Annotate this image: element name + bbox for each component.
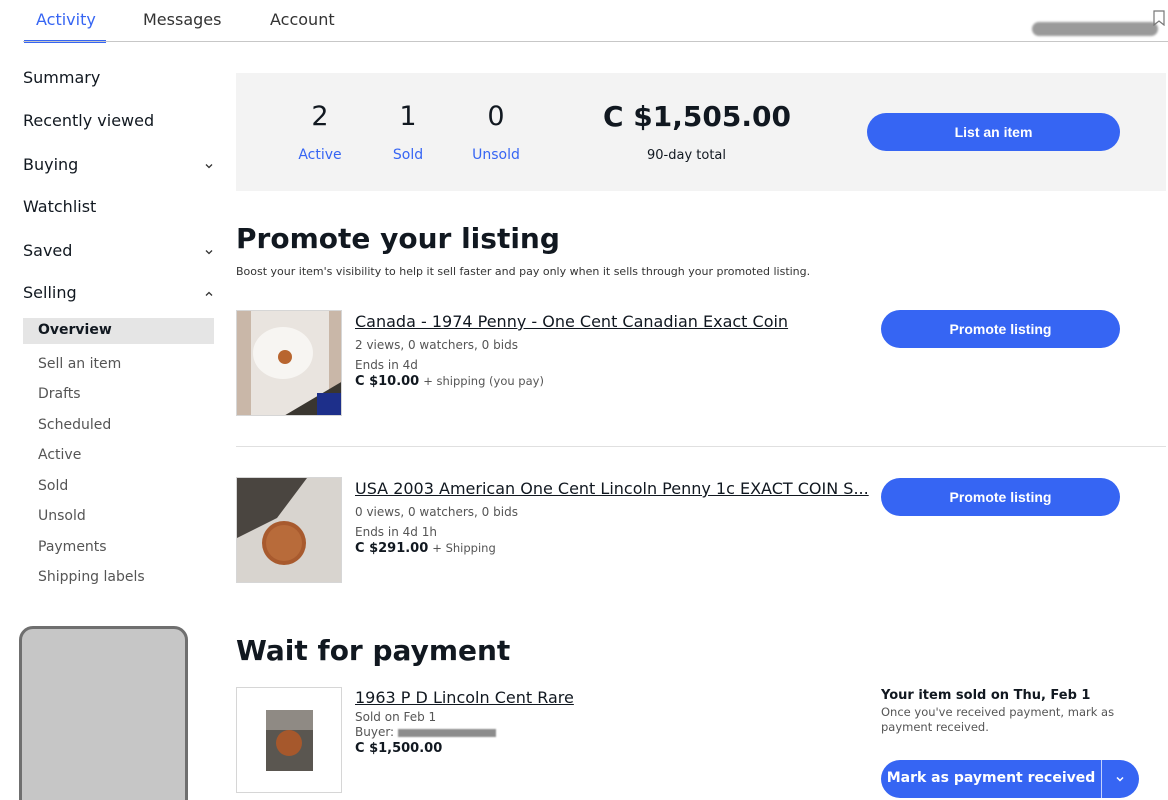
promote-subtext: Boost your item's visibility to help it …	[236, 265, 811, 278]
sidebar-subitem-scheduled[interactable]: Scheduled	[38, 417, 111, 433]
listing-price: C $291.00 + Shipping	[355, 541, 496, 556]
sidebar-subitem-overview[interactable]: Overview	[23, 318, 214, 344]
wait-for-payment-heading: Wait for payment	[236, 634, 511, 667]
promote-heading: Promote your listing	[236, 222, 560, 255]
sold-status-note: Once you've received payment, mark as pa…	[881, 705, 1115, 734]
sold-link[interactable]: Sold	[378, 147, 438, 163]
listing-ends: Ends in 4d 1h	[355, 525, 437, 539]
mark-as-payment-received-button[interactable]: Mark as payment received	[881, 770, 1101, 786]
redacted-card	[19, 626, 188, 800]
listing-title-link[interactable]: USA 2003 American One Cent Lincoln Penny…	[355, 479, 869, 498]
promote-listing-button[interactable]: Promote listing	[881, 310, 1120, 348]
list-an-item-button[interactable]: List an item	[867, 113, 1120, 151]
listing-stats: 0 views, 0 watchers, 0 bids	[355, 505, 518, 519]
chevron-up-icon[interactable]	[203, 288, 215, 300]
sidebar-item-watchlist[interactable]: Watchlist	[23, 197, 96, 216]
sidebar-item-buying[interactable]: Buying	[23, 155, 78, 174]
sold-date: Sold on Feb 1	[355, 710, 437, 724]
active-count: 2	[311, 101, 329, 132]
sidebar-subitem-active[interactable]: Active	[38, 447, 81, 463]
unsold-count: 0	[487, 101, 505, 132]
sidebar-subitem-unsold[interactable]: Unsold	[38, 508, 86, 524]
sidebar-subitem-drafts[interactable]: Drafts	[38, 386, 81, 402]
chevron-down-icon[interactable]	[203, 246, 215, 258]
unsold-link[interactable]: Unsold	[466, 147, 526, 163]
sidebar-item-selling[interactable]: Selling	[23, 283, 77, 302]
coin-photo	[237, 688, 341, 792]
sidebar-subitem-label: Overview	[38, 322, 112, 338]
listing-price: C $10.00 + shipping (you pay)	[355, 374, 544, 389]
chevron-down-icon[interactable]	[203, 160, 215, 172]
nav-divider	[23, 41, 1168, 42]
buyer-info: Buyer:	[355, 725, 496, 739]
sold-item-thumbnail[interactable]	[236, 687, 342, 793]
active-link[interactable]: Active	[290, 147, 350, 163]
chevron-down-icon[interactable]	[1114, 773, 1126, 785]
tab-messages[interactable]: Messages	[143, 10, 221, 29]
listing-ends: Ends in 4d	[355, 358, 418, 372]
split-button-separator	[1101, 760, 1102, 798]
sold-status-heading: Your item sold on Thu, Feb 1	[881, 688, 1091, 703]
sold-item-title-link[interactable]: 1963 P D Lincoln Cent Rare	[355, 688, 574, 707]
listing-thumbnail[interactable]	[236, 477, 342, 583]
redacted-buyer-name	[397, 728, 496, 737]
promote-listing-button[interactable]: Promote listing	[881, 478, 1120, 516]
listing-title-link[interactable]: Canada - 1974 Penny - One Cent Canadian …	[355, 312, 788, 331]
ninety-day-total-label: 90-day total	[647, 148, 727, 163]
listing-price-value: C $291.00	[355, 541, 429, 556]
redacted-username	[1032, 22, 1158, 36]
sidebar-item-summary[interactable]: Summary	[23, 68, 100, 87]
sidebar-item-saved[interactable]: Saved	[23, 241, 72, 260]
listing-stats: 2 views, 0 watchers, 0 bids	[355, 338, 518, 352]
sidebar-subitem-sell-an-item[interactable]: Sell an item	[38, 356, 121, 372]
listing-divider	[236, 446, 1166, 447]
sidebar-subitem-sold[interactable]: Sold	[38, 478, 68, 494]
bookmark-icon[interactable]	[1153, 10, 1165, 26]
listing-price-value: C $10.00	[355, 374, 420, 389]
sidebar-subitem-payments[interactable]: Payments	[38, 539, 107, 555]
listing-shipping: + Shipping	[432, 541, 496, 555]
listing-shipping: + shipping (you pay)	[423, 374, 544, 388]
tab-account[interactable]: Account	[270, 10, 335, 29]
sold-count: 1	[399, 101, 417, 132]
sold-price: C $1,500.00	[355, 741, 443, 756]
buyer-label: Buyer:	[355, 725, 395, 739]
top-navigation: Activity Messages Account	[0, 0, 1168, 43]
sidebar-item-recently-viewed[interactable]: Recently viewed	[23, 111, 154, 130]
ninety-day-total-value: C $1,505.00	[603, 100, 791, 133]
coin-photo	[237, 311, 341, 415]
listing-thumbnail[interactable]	[236, 310, 342, 416]
sidebar-subitem-shipping-labels[interactable]: Shipping labels	[38, 569, 145, 585]
mark-payment-received-split-button: Mark as payment received	[881, 760, 1139, 798]
coin-photo	[237, 478, 341, 582]
tab-activity[interactable]: Activity	[36, 10, 96, 29]
